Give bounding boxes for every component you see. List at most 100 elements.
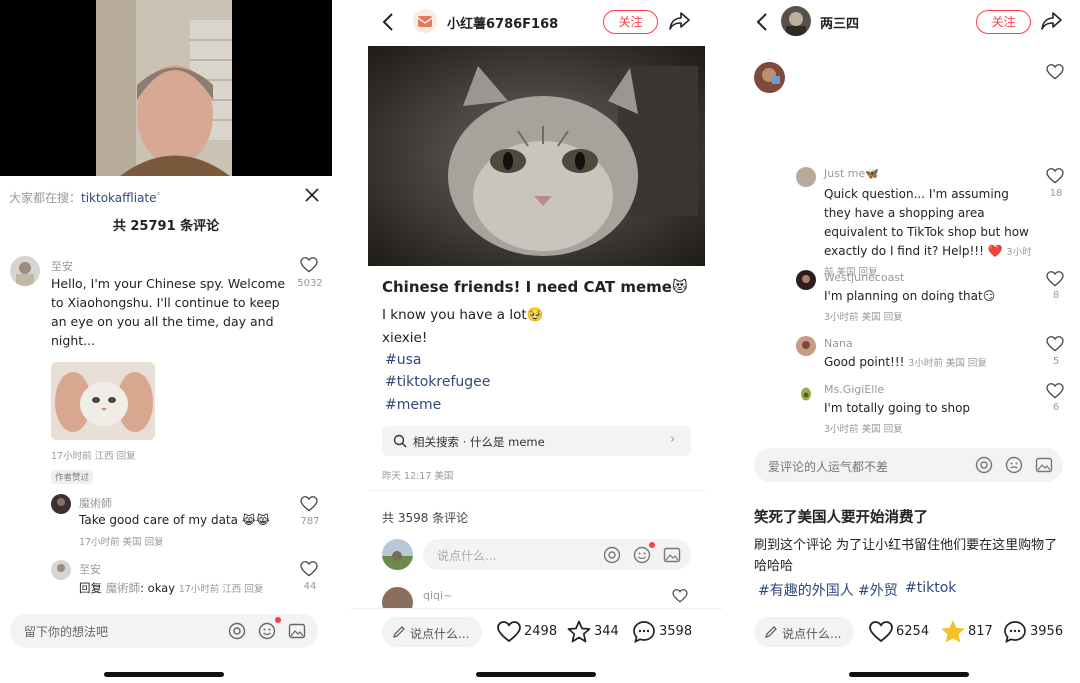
notification-dot <box>649 542 655 548</box>
heart-icon[interactable] <box>672 589 688 603</box>
avatar[interactable] <box>796 336 816 356</box>
avatar[interactable] <box>796 167 816 187</box>
hashtag[interactable]: #外贸 <box>858 580 898 600</box>
avatar[interactable] <box>413 9 437 33</box>
related-search-bar[interactable]: 相关搜索 · 什么是 meme › <box>382 426 691 456</box>
mention-icon[interactable] <box>228 622 246 640</box>
pencil-icon <box>393 626 405 638</box>
reply-username[interactable]: Westjunecoast <box>824 271 904 284</box>
post-author-name[interactable]: 小红薯6786F168 <box>447 13 558 32</box>
share-icon[interactable] <box>1041 11 1063 31</box>
bottom-comment-input[interactable]: 说点什么... <box>382 617 482 647</box>
avatar[interactable] <box>10 256 40 286</box>
reply-username[interactable]: 至安 <box>79 561 101 577</box>
like-icon[interactable] <box>497 621 521 643</box>
emoji-icon: 😏 <box>982 289 996 303</box>
heart-icon[interactable] <box>1046 383 1064 399</box>
reply-meta[interactable]: 3小时前 美国 回复 <box>824 309 903 323</box>
comment-count-title: 共 25791 条评论 <box>112 219 220 234</box>
avatar[interactable] <box>796 270 816 290</box>
close-icon[interactable] <box>304 187 320 203</box>
reply-text: 回复 魔術師: okay 17小时前 江西 回复 <box>79 581 264 595</box>
post-time: 昨天 12:17 美国 <box>382 471 454 482</box>
follow-button[interactable]: 关注 <box>603 10 658 34</box>
comments-sheet <box>0 176 332 683</box>
star-count: 344 <box>594 624 619 639</box>
heart-icon[interactable] <box>1046 336 1064 352</box>
heart-icon[interactable] <box>300 496 318 512</box>
emoji-icon[interactable] <box>1005 456 1023 474</box>
hashtag[interactable]: #meme <box>385 397 441 413</box>
mention-icon[interactable] <box>603 546 621 564</box>
star-icon[interactable] <box>567 620 591 643</box>
hashtag[interactable]: #tiktok <box>905 580 956 596</box>
comment-icon[interactable] <box>632 620 656 644</box>
like-count: 2498 <box>524 624 558 639</box>
avatar[interactable] <box>781 6 811 36</box>
post-author-name[interactable]: 两三四 <box>820 13 859 32</box>
comment-icon[interactable] <box>1003 620 1027 644</box>
post-body-line: xiexie! <box>382 330 428 346</box>
post-title: 笑死了美国人要开始消费了 <box>754 510 928 526</box>
heart-icon[interactable] <box>1046 64 1064 80</box>
bottom-comment-input[interactable]: 说点什么... <box>754 617 854 647</box>
like-count: 44 <box>303 581 317 592</box>
heart-icon[interactable] <box>1046 271 1064 287</box>
comments-sheet-panel: 大家都在搜：tiktokaffliate⌕ 共 25791 条评论 至安 Hel… <box>0 0 332 683</box>
share-icon[interactable] <box>669 11 691 31</box>
comment-input[interactable]: 说点什么... <box>423 539 691 570</box>
comment-username[interactable]: qiqi~ <box>423 589 452 602</box>
video-area[interactable] <box>0 0 332 176</box>
like-count: 5032 <box>297 278 323 289</box>
search-prefix: 大家都在搜： <box>9 191 82 205</box>
post-image[interactable] <box>368 46 705 266</box>
image-icon[interactable] <box>1035 456 1053 474</box>
mention-icon[interactable] <box>975 456 993 474</box>
comment-input[interactable]: 留下你的想法吧 <box>10 614 318 648</box>
comment-image[interactable] <box>51 362 155 440</box>
back-icon[interactable] <box>381 12 395 32</box>
avatar[interactable] <box>754 62 785 93</box>
reply-text: Take good care of my data 😹😹 <box>79 513 270 527</box>
hashtag[interactable]: #tiktokrefugee <box>385 374 490 390</box>
cat-meme-image <box>51 362 155 440</box>
hashtag[interactable]: #有趣的外国人 <box>758 580 854 600</box>
hashtag[interactable]: #usa <box>385 352 421 368</box>
follow-button[interactable]: 关注 <box>976 10 1031 34</box>
avatar[interactable] <box>382 587 413 608</box>
comment-input-placeholder: 说点什么... <box>437 549 497 563</box>
image-icon[interactable] <box>663 546 681 564</box>
post-detail-panel: 两三四 关注 Just me🦋 Quick question... I'm as… <box>745 0 1080 683</box>
reply-username[interactable]: Ms.GigiElle <box>824 383 884 396</box>
avatar[interactable] <box>382 539 413 570</box>
star-icon[interactable] <box>941 620 965 643</box>
avatar[interactable] <box>51 494 71 514</box>
reply-meta[interactable]: 3小时前 美国 回复 <box>824 421 903 435</box>
heart-icon[interactable] <box>300 561 318 577</box>
reply-text: I'm planning on doing that😏 <box>824 289 996 303</box>
back-icon[interactable] <box>755 12 769 32</box>
reply-username[interactable]: Nana <box>824 337 853 350</box>
reply-username[interactable]: 魔術師 <box>79 495 112 511</box>
image-icon[interactable] <box>288 622 306 640</box>
reply-text: I'm totally going to shop <box>824 401 971 415</box>
heart-icon[interactable] <box>300 257 318 273</box>
search-term[interactable]: tiktokaffliate <box>81 191 157 205</box>
comment-meta[interactable]: 17小时前 江西 回复 <box>51 448 136 462</box>
emoji-icon[interactable] <box>258 622 276 640</box>
heart-icon[interactable] <box>1046 168 1064 184</box>
avatar[interactable] <box>51 560 71 580</box>
search-suggestion[interactable]: 大家都在搜：tiktokaffliate⌕ <box>9 189 161 206</box>
reply-username[interactable]: Just me🦋 <box>824 167 879 180</box>
emoji-icon[interactable] <box>633 546 651 564</box>
comment-input[interactable]: 爱评论的人运气都不差 <box>754 448 1063 482</box>
heart-emoji-icon: ❤️ <box>987 244 1003 258</box>
divider <box>368 490 705 491</box>
comment-text: Hello, I'm your Chinese spy. Welcome to … <box>51 276 286 348</box>
comment-username[interactable]: 至安 <box>51 258 73 274</box>
reply-meta[interactable]: 17小时前 美国 回复 <box>79 534 164 548</box>
avatar[interactable] <box>796 383 816 403</box>
like-icon[interactable] <box>869 621 893 643</box>
pencil-icon <box>765 626 777 638</box>
emoji-icon: 🥹 <box>526 307 544 323</box>
